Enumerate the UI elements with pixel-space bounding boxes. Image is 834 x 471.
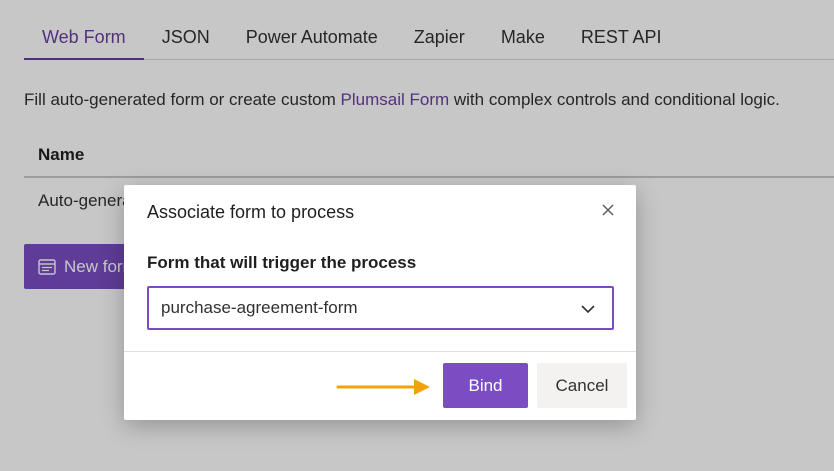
dialog-title: Associate form to process [147, 202, 355, 222]
page: Web Form JSON Power Automate Zapier Make… [0, 0, 834, 471]
cancel-button[interactable]: Cancel [537, 363, 627, 408]
form-select-value: purchase-agreement-form [161, 298, 358, 317]
dialog-divider [124, 351, 636, 352]
bind-button[interactable]: Bind [443, 363, 528, 408]
chevron-down-icon [581, 305, 595, 314]
form-select[interactable]: purchase-agreement-form [147, 286, 614, 330]
close-icon[interactable] [600, 202, 616, 218]
arrow-annotation-icon [336, 379, 430, 395]
form-field-label: Form that will trigger the process [147, 253, 417, 272]
